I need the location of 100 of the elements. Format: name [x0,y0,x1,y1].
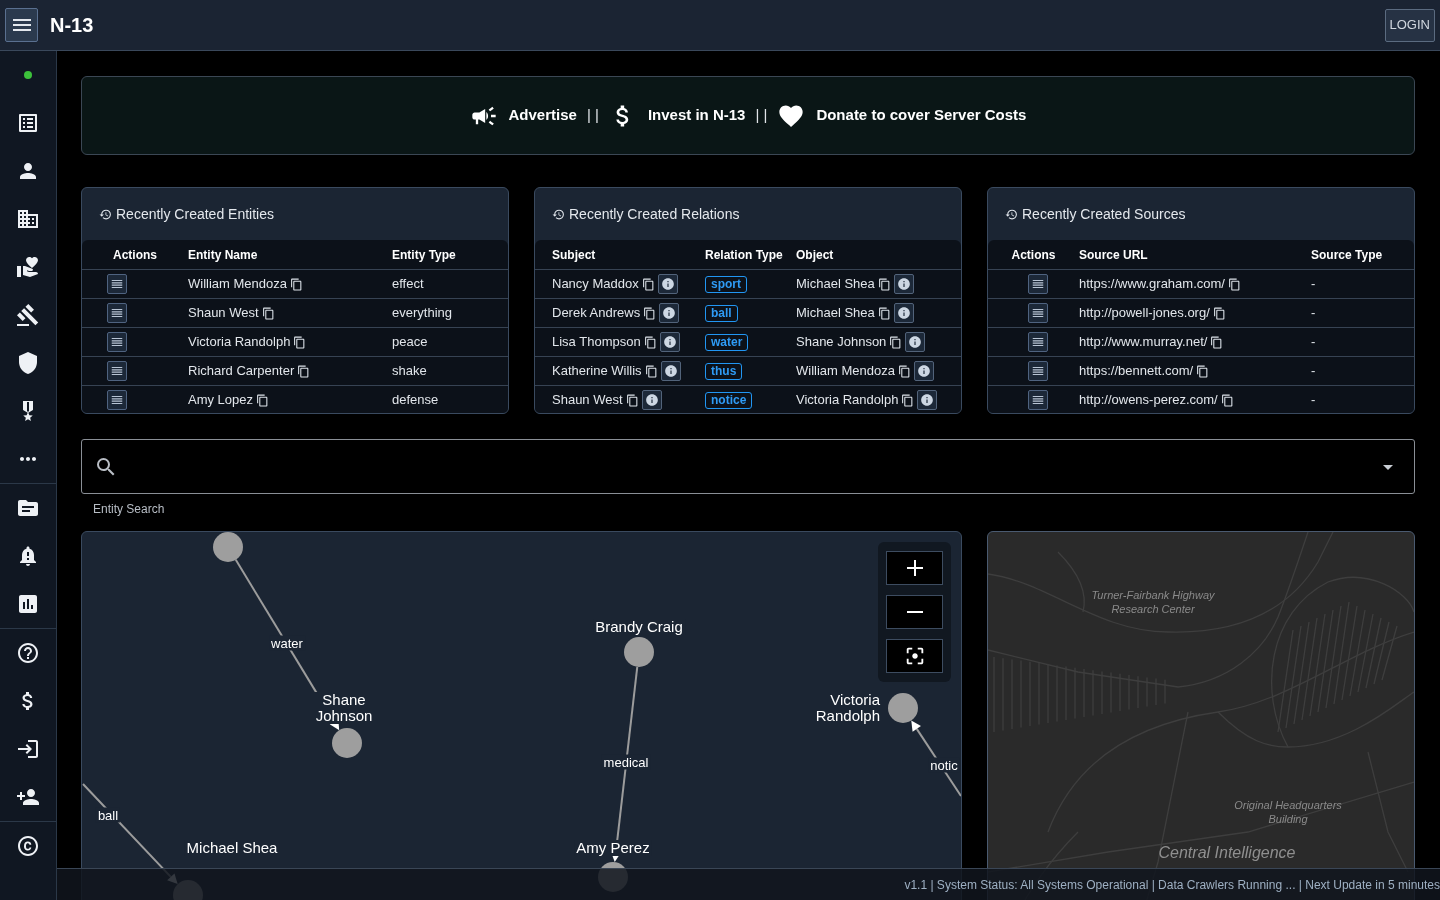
info-button[interactable] [893,303,914,323]
copy-icon[interactable] [901,393,915,407]
hand-heart-icon[interactable] [16,255,40,279]
invest-link[interactable]: Invest in N-13 [608,101,746,130]
column-header: Actions [113,246,157,264]
row-menu-button[interactable] [107,274,127,294]
copy-icon[interactable] [1212,306,1226,320]
row-menu-button[interactable] [1028,303,1048,323]
copy-icon[interactable] [1220,393,1234,407]
copy-icon[interactable] [643,306,657,320]
row-menu-button[interactable] [107,390,127,410]
subject-name: Shaun West [552,391,623,410]
list-icon[interactable] [16,111,40,135]
relation-tag: water [705,334,749,352]
advertise-link[interactable]: Advertise [469,101,577,130]
bar-chart-icon[interactable] [16,592,40,616]
info-icon [896,277,911,291]
source-type: - [1311,304,1317,323]
map-label: Original Headquarters Building [1233,798,1343,826]
entity-name: Victoria Randolph [188,333,291,352]
node-label: Brandy Craig [593,619,685,635]
row-menu-button[interactable] [1028,361,1048,381]
relation-tag: ball [705,305,738,323]
copy-icon[interactable] [293,335,307,349]
zoom-in-button[interactable] [886,551,943,585]
gavel-icon[interactable] [16,303,40,327]
info-button[interactable] [660,361,681,381]
menu-button[interactable] [5,8,38,42]
copy-icon[interactable] [261,306,275,320]
search-field[interactable] [81,439,1415,494]
info-button[interactable] [914,361,934,381]
row-menu-button[interactable] [107,303,127,323]
relation-tag: sport [705,276,747,294]
copy-icon[interactable] [297,364,311,378]
row-menu-button[interactable] [107,361,127,381]
copy-icon[interactable] [1210,335,1224,349]
source-url[interactable]: http://www.murray.net/ [1079,332,1208,352]
node-label: Amy Perez [574,840,652,856]
copy-icon[interactable] [256,393,270,407]
entity-name: Amy Lopez [188,391,254,410]
copy-icon[interactable] [889,335,903,349]
login-button[interactable]: LOGIN [1384,8,1435,42]
shield-icon[interactable] [16,351,40,375]
graph-node [213,532,243,562]
row-menu-button[interactable] [1028,332,1048,352]
info-button[interactable] [893,274,914,294]
info-button[interactable] [917,390,938,410]
copy-icon[interactable] [898,364,911,378]
column-header: Entity Name [188,246,259,264]
column-header: Object [796,246,835,264]
subject-name: Katherine Willis [552,362,642,381]
entity-type: everything [392,304,453,323]
source-url[interactable]: http://powell-jones.org/ [1079,303,1210,323]
column-header: Subject [551,246,597,264]
building-icon[interactable] [16,207,40,231]
fit-view-button[interactable] [886,639,943,673]
copy-icon[interactable] [1196,364,1210,378]
login-icon[interactable] [16,737,40,761]
copy-icon[interactable] [644,364,658,378]
info-button[interactable] [659,332,680,352]
info-button[interactable] [657,274,678,294]
info-icon [662,306,677,320]
object-name: Michael Shea [796,304,875,323]
source-url[interactable]: https://www.graham.com/ [1079,274,1225,294]
object-name: William Mendoza [796,362,895,381]
entity-name: Shaun West [188,304,259,323]
column-header: Source URL [1079,246,1149,264]
node-label: Michael Shea [184,840,280,856]
graph-node [332,728,362,758]
subject-name: Lisa Thompson [552,333,641,352]
source-url[interactable]: http://owens-perez.com/ [1079,390,1218,410]
copy-icon[interactable] [1227,277,1241,291]
row-menu-button[interactable] [107,332,127,352]
relation-tag: notice [705,392,753,410]
row-menu-button[interactable] [1028,390,1048,410]
menu-lines-icon [1031,393,1045,407]
source-type: - [1311,275,1317,294]
copy-icon[interactable] [290,277,303,291]
edge-label: ball [95,807,121,823]
source-url[interactable]: https://bennett.com/ [1079,361,1194,381]
copy-icon[interactable] [643,335,657,349]
info-button[interactable] [905,332,926,352]
copyright-icon[interactable] [16,834,40,858]
info-button[interactable] [641,390,662,410]
donate-link[interactable]: Donate to cover Server Costs [777,101,1027,130]
copy-icon[interactable] [641,277,655,291]
entity-type: shake [392,362,428,381]
source-type: - [1311,333,1317,352]
copy-icon[interactable] [877,306,891,320]
entity-name: William Mendoza [188,275,287,294]
info-icon [662,335,677,349]
info-icon [920,393,935,407]
row-menu-button[interactable] [1028,274,1048,294]
info-button[interactable] [659,303,680,323]
separator: | | [586,105,599,126]
help-icon[interactable] [16,641,40,665]
copy-icon[interactable] [625,393,639,407]
copy-icon[interactable] [877,277,891,291]
entity-type: defense [392,391,440,410]
graph-node [888,693,918,723]
